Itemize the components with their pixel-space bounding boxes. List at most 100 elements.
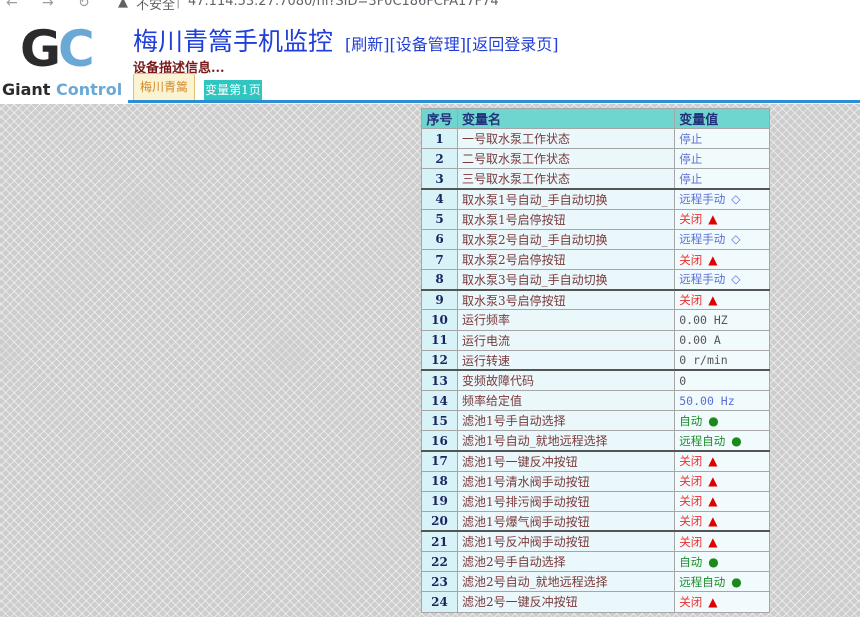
variable-value-cell[interactable]: 自动 ● [674, 410, 770, 432]
row-number: 15 [421, 410, 458, 432]
warning-icon[interactable]: ▲ [118, 0, 128, 10]
alarm-triangle-icon[interactable]: ▲ [708, 474, 717, 488]
table-row: 15 滤池1号手自动选择 自动 ● [421, 410, 770, 432]
column-header-name: 变量名 [456, 107, 676, 130]
alarm-triangle-icon[interactable]: ▲ [708, 212, 717, 226]
status-dot-icon[interactable]: ● [731, 434, 741, 448]
diamond-icon[interactable]: ◇ [731, 192, 740, 206]
variable-value: 0.00 A [679, 333, 721, 348]
row-number: 18 [421, 470, 458, 492]
return-login-link[interactable]: [返回登录页] [466, 35, 559, 54]
diamond-icon[interactable]: ◇ [731, 232, 740, 246]
alarm-triangle-icon[interactable]: ▲ [708, 293, 717, 307]
url-field[interactable]: 47.114.53.27:7080/ni?SID=3F0C186FCFA17F7… [188, 0, 499, 9]
variable-value-cell[interactable]: 远程手动 ◇ [674, 188, 770, 210]
back-arrow-icon[interactable]: ← [6, 0, 18, 11]
table-row: 14 频率给定值 50.00 Hz [421, 389, 770, 412]
variable-value: 远程自动 [679, 574, 726, 589]
variable-value-cell[interactable]: 远程手动 ◇ [674, 228, 770, 250]
column-header-no: 序号 [421, 107, 458, 130]
row-number: 1 [421, 128, 458, 150]
row-number: 10 [421, 309, 458, 331]
variable-name: 频率给定值 [456, 389, 676, 412]
variable-value-cell[interactable]: 关闭 ▲ [674, 449, 770, 472]
row-number: 20 [421, 510, 458, 532]
variable-name: 运行转速 [456, 349, 676, 371]
alarm-triangle-icon[interactable]: ▲ [708, 535, 717, 549]
table-row: 24 滤池2号一键反冲按钮 关闭 ▲ [421, 591, 770, 613]
table-row: 3 三号取水泵工作状态 停止 [421, 168, 770, 190]
variable-name: 滤池1号排污阀手动按钮 [456, 490, 676, 512]
variable-value: 远程手动 [679, 192, 726, 207]
variable-value-cell[interactable]: 关闭 ▲ [674, 510, 770, 532]
variable-value-cell[interactable]: 关闭 ▲ [674, 208, 770, 230]
logo-brand-text: Giant Control [2, 80, 122, 99]
variable-value: 0.00 HZ [679, 312, 728, 327]
variable-value: 自动 [679, 554, 703, 569]
row-number: 6 [421, 228, 458, 250]
security-warning-label[interactable]: 不安全 [136, 0, 175, 12]
table-row: 17 滤池1号一键反冲按钮 关闭 ▲ [421, 449, 770, 472]
variable-value-cell[interactable]: 远程自动 ● [674, 430, 770, 452]
row-number: 8 [421, 269, 458, 291]
variable-value-cell[interactable]: 关闭 ▲ [674, 470, 770, 492]
variable-value: 停止 [679, 171, 703, 186]
variable-value-cell[interactable]: 远程自动 ● [674, 571, 770, 593]
table-header-row: 序号 变量名 变量值 [421, 107, 770, 130]
table-row: 5 取水泵1号启停按钮 关闭 ▲ [421, 208, 770, 230]
variable-name: 运行电流 [456, 329, 676, 351]
variable-value-cell[interactable]: 关闭 ▲ [674, 591, 770, 613]
device-management-link[interactable]: [设备管理] [390, 35, 467, 54]
brand-word-giant: Giant [2, 80, 51, 99]
status-dot-icon[interactable]: ● [708, 555, 718, 569]
table-row: 9 取水泵3号启停按钮 关闭 ▲ [421, 288, 770, 311]
table-row: 13 变频故障代码 0 [421, 369, 770, 391]
alarm-triangle-icon[interactable]: ▲ [708, 595, 717, 609]
table-row: 11 运行电流 0.00 A [421, 329, 770, 351]
reload-icon[interactable]: ↻ [78, 0, 90, 11]
variables-table: 序号 变量名 变量值 1 一号取水泵工作状态 停止 2 二号取水泵工作状态 停止 3 三号取水… [421, 107, 770, 613]
variable-value: 停止 [679, 131, 703, 146]
table-row: 21 滤池1号反冲阀手动按钮 关闭 ▲ [421, 530, 770, 553]
variable-name: 滤池1号清水阀手动按钮 [456, 470, 676, 492]
table-row: 22 滤池2号手自动选择 自动 ● [421, 551, 770, 573]
variable-value-cell[interactable]: 关闭 ▲ [674, 288, 770, 311]
variable-name: 取水泵1号启停按钮 [456, 208, 676, 230]
variable-value-cell[interactable]: 关闭 ▲ [674, 530, 770, 553]
row-number: 2 [421, 148, 458, 170]
variable-name: 一号取水泵工作状态 [456, 128, 676, 150]
row-number: 17 [421, 449, 458, 472]
row-number: 21 [421, 530, 458, 553]
row-number: 22 [421, 551, 458, 573]
alarm-triangle-icon[interactable]: ▲ [708, 494, 717, 508]
status-dot-icon[interactable]: ● [731, 575, 741, 589]
tab-variables-page-1[interactable]: 变量第1页 [204, 80, 262, 100]
variable-value-cell: 0 r/min [674, 349, 770, 371]
refresh-link[interactable]: [刷新] [345, 35, 390, 54]
variable-name: 滤池2号一键反冲按钮 [456, 591, 676, 613]
variable-name: 滤池2号自动_就地远程选择 [456, 571, 676, 593]
table-row: 19 滤池1号排污阀手动按钮 关闭 ▲ [421, 490, 770, 512]
status-dot-icon[interactable]: ● [708, 414, 718, 428]
diamond-icon[interactable]: ◇ [731, 272, 740, 286]
variable-value-cell[interactable]: 远程手动 ◇ [674, 269, 770, 291]
giant-control-logo: GC Giant Control [0, 22, 128, 102]
variable-value-cell[interactable]: 关闭 ▲ [674, 248, 770, 271]
row-number: 11 [421, 329, 458, 351]
alarm-triangle-icon[interactable]: ▲ [708, 454, 717, 468]
tab-site[interactable]: 梅川青篙 [133, 73, 195, 100]
row-number: 9 [421, 288, 458, 311]
alarm-triangle-icon[interactable]: ▲ [708, 253, 717, 267]
variable-value-cell[interactable]: 关闭 ▲ [674, 490, 770, 512]
variable-name: 滤池1号爆气阀手动按钮 [456, 510, 676, 532]
variable-value-cell[interactable]: 自动 ● [674, 551, 770, 573]
variable-value: 关闭 [679, 534, 703, 549]
row-number: 24 [421, 591, 458, 613]
alarm-triangle-icon[interactable]: ▲ [708, 514, 717, 528]
row-number: 3 [421, 168, 458, 190]
table-row: 8 取水泵3号自动_手自动切换 远程手动 ◇ [421, 269, 770, 291]
variable-value: 关闭 [679, 514, 703, 529]
forward-arrow-icon[interactable]: → [42, 0, 54, 11]
variable-name: 滤池1号一键反冲按钮 [456, 449, 676, 472]
table-row: 7 取水泵2号启停按钮 关闭 ▲ [421, 248, 770, 271]
